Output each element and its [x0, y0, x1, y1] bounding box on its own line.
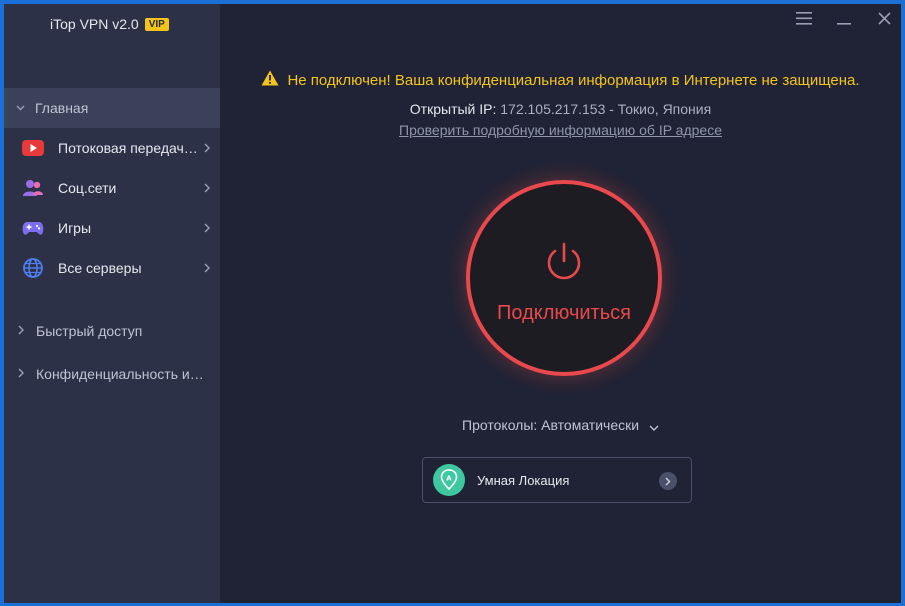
public-ip-value: 172.105.217.153 - Токио, Япония [500, 101, 712, 117]
sidebar-item-all-servers[interactable]: Все серверы [4, 248, 220, 288]
minimize-button[interactable] [830, 10, 858, 32]
vip-badge: VIP [144, 17, 169, 31]
ip-details-link[interactable]: Проверить подробную информацию об IP адр… [220, 122, 901, 138]
app-title-text: iTop VPN v2.0 [50, 16, 139, 32]
protocol-dropdown[interactable]: Протоколы: Автоматически [220, 417, 901, 434]
sidebar-item-label: Потоковая передач… [58, 140, 198, 156]
location-pin-icon: A [433, 464, 465, 496]
globe-icon [22, 257, 44, 279]
sidebar-item-label: Соц.сети [58, 180, 117, 196]
warning-text: Не подключен! Ваша конфиденциальная инфо… [287, 71, 860, 89]
chevron-down-icon [16, 102, 25, 114]
sidebar-section-label: Конфиденциальность и … [36, 366, 206, 382]
chevron-right-icon [18, 325, 24, 338]
power-icon [545, 242, 583, 287]
connection-warning: Не подключен! Ваша конфиденциальная инфо… [220, 70, 901, 90]
warning-icon [261, 70, 279, 90]
chevron-right-icon [204, 180, 210, 196]
sidebar: iTop VPN v2.0 VIP Главная Потоковая пере… [4, 4, 220, 603]
app-title: iTop VPN v2.0 VIP [50, 16, 169, 32]
sidebar-item-home[interactable]: Главная [4, 88, 220, 128]
connect-button[interactable]: Подключиться [466, 180, 662, 376]
chevron-right-icon [204, 220, 210, 236]
sidebar-item-label: Игры [58, 220, 92, 236]
people-icon [22, 177, 44, 199]
smart-location-label: Умная Локация [477, 472, 570, 488]
sidebar-item-home-label: Главная [35, 100, 89, 116]
smart-location-card[interactable]: A Умная Локация [422, 457, 692, 503]
protocol-label: Протоколы: Автоматически [462, 417, 640, 433]
sidebar-item-games[interactable]: Игры [4, 208, 220, 248]
sidebar-item-label: Все серверы [58, 260, 142, 276]
public-ip-label: Открытый IP: [409, 101, 497, 117]
sidebar-item-streaming[interactable]: Потоковая передач… [4, 128, 220, 168]
chevron-right-icon [18, 368, 24, 381]
gamepad-icon [22, 217, 44, 239]
connect-label: Подключиться [497, 302, 631, 324]
app-window: iTop VPN v2.0 VIP Главная Потоковая пере… [4, 4, 901, 603]
hamburger-icon [796, 12, 812, 30]
sidebar-section-quick-access[interactable]: Быстрый доступ [4, 315, 220, 347]
chevron-down-icon [649, 418, 659, 434]
close-button[interactable] [870, 10, 898, 32]
sidebar-section-label: Быстрый доступ [36, 323, 143, 339]
public-ip: Открытый IP: 172.105.217.153 - Токио, Яп… [220, 101, 901, 117]
chevron-right-icon [659, 472, 677, 490]
minimize-icon [837, 12, 851, 31]
sidebar-section-privacy[interactable]: Конфиденциальность и … [4, 358, 220, 390]
menu-button[interactable] [790, 10, 818, 32]
close-icon [877, 12, 891, 30]
youtube-play-icon [22, 137, 44, 159]
svg-text:A: A [446, 475, 452, 483]
chevron-right-icon [204, 140, 210, 156]
chevron-right-icon [204, 260, 210, 276]
sidebar-item-social[interactable]: Соц.сети [4, 168, 220, 208]
